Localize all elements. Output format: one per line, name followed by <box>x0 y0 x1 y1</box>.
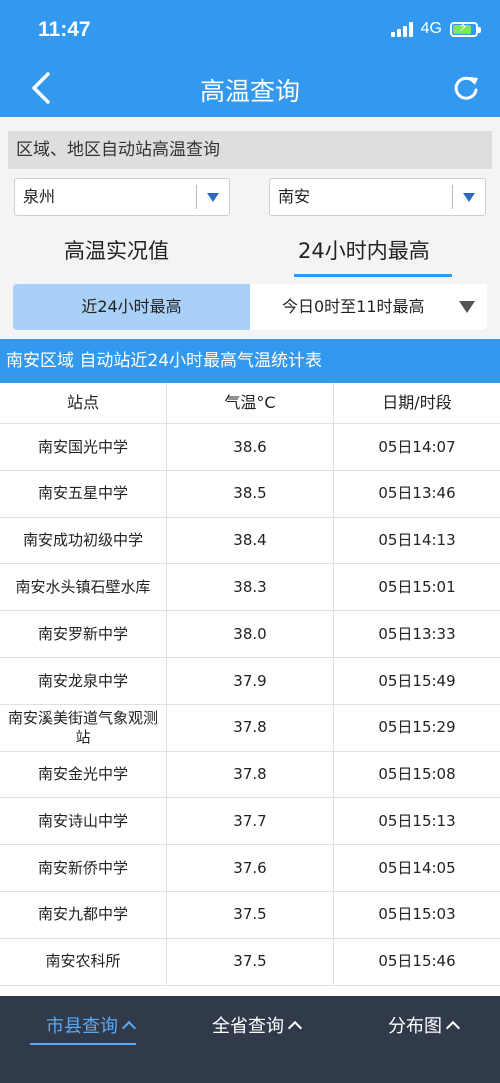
table-row[interactable]: 南安水头镇石壁水库 38.3 05日15:01 <box>0 564 500 612</box>
temp-cell: 37.5 <box>167 891 334 938</box>
time-cell: 05日15:01 <box>378 577 456 596</box>
column-header-time: 日期/时段 <box>382 393 452 412</box>
temp-cell: 37.8 <box>167 704 334 751</box>
temp-cell: 38.3 <box>167 564 334 611</box>
city-select-value: 泉州 <box>23 187 56 206</box>
chevron-down-icon <box>463 193 475 202</box>
caret-down-icon <box>459 301 475 313</box>
city-select[interactable]: 泉州 <box>14 178 230 216</box>
temp-cell: 38.4 <box>167 517 334 564</box>
temp-cell: 38.0 <box>167 611 334 657</box>
caret-up-icon <box>121 1020 137 1036</box>
status-indicators: 4G ⚡ <box>390 19 481 38</box>
table-row[interactable]: 南安龙泉中学 37.9 05日15:49 <box>0 657 500 705</box>
status-bar: 11:47 4G ⚡ <box>0 0 500 60</box>
table-row[interactable]: 南安罗新中学 38.0 05日13:33 <box>0 611 500 658</box>
temp-cell: 38.5 <box>167 470 334 517</box>
active-bottom-tab-indicator <box>30 1043 136 1045</box>
table-row[interactable]: 南安国光中学 38.6 05日14:07 <box>0 424 500 471</box>
bottom-tab-label: 市县查询 <box>46 1016 118 1037</box>
station-cell: 南安金光中学 <box>0 751 167 798</box>
station-cell: 南安罗新中学 <box>0 611 167 657</box>
column-header-temp: 气温°C <box>167 383 334 423</box>
station-temperature-table[interactable]: 站点 气温°C 日期/时段 南安国光中学 38.6 05日14:07 南安五星中学 3… <box>0 383 500 996</box>
time-cell: 05日15:03 <box>378 905 456 924</box>
station-cell: 南安水头镇石壁水库 <box>0 564 167 611</box>
station-cell: 南安九都中学 <box>0 891 167 938</box>
tab-24h-high[interactable]: 24小时内最高 <box>298 235 430 265</box>
table-title: 南安区域 自动站近24小时最高气温统计表 <box>0 339 500 383</box>
charging-bolt-icon: ⚡ <box>459 19 469 35</box>
station-cell: 南安成功初级中学 <box>0 517 167 564</box>
chevron-down-icon <box>207 193 219 202</box>
station-cell: 南安农科所 <box>0 938 167 985</box>
station-cell: 南安溪美街道气象观测站 <box>0 704 167 751</box>
temp-cell: 37.6 <box>167 845 334 891</box>
station-cell: 南安龙泉中学 <box>0 657 167 704</box>
time-cell: 05日15:29 <box>378 718 456 737</box>
temp-cell: 37.7 <box>167 798 334 845</box>
table-row[interactable]: 南安诗山中学 37.7 05日15:13 <box>0 798 500 846</box>
column-header-station: 站点 <box>0 383 167 423</box>
bottom-tab-province-query[interactable]: 全省查询 <box>212 1012 303 1038</box>
station-cell: 南安国光中学 <box>0 424 167 470</box>
time-cell: 05日15:49 <box>378 671 456 690</box>
page-title: 高温查询 <box>199 77 300 106</box>
segment-today-period-label: 今日0时至11时最高 <box>282 297 425 316</box>
bottom-tab-label: 全省查询 <box>212 1016 284 1037</box>
nav-bar: 高温查询 <box>0 60 500 117</box>
station-cell: 南安五星中学 <box>0 470 167 517</box>
segment-last-24h[interactable]: 近24小时最高 <box>13 284 250 330</box>
table-header-row: 站点 气温°C 日期/时段 <box>0 383 500 424</box>
network-label: 4G <box>420 20 442 37</box>
table-row[interactable]: 南安溪美街道气象观测站 37.8 05日15:29 <box>0 704 500 752</box>
county-select[interactable]: 南安 <box>269 178 486 216</box>
time-cell: 05日13:46 <box>378 484 456 503</box>
segment-today-period[interactable]: 今日0时至11时最高 <box>250 284 487 330</box>
status-time: 11:47 <box>38 18 91 41</box>
signal-icon <box>390 21 413 37</box>
station-cell: 南安诗山中学 <box>0 798 167 845</box>
time-cell: 05日15:46 <box>378 952 456 971</box>
station-cell: 南安新侨中学 <box>0 845 167 891</box>
table-row[interactable]: 南安九都中学 37.5 05日15:03 <box>0 891 500 939</box>
time-cell: 05日13:33 <box>378 624 456 643</box>
active-tab-indicator <box>294 274 452 277</box>
temp-cell: 38.6 <box>167 424 334 470</box>
table-row[interactable]: 南安五星中学 38.5 05日13:46 <box>0 470 500 518</box>
county-select-value: 南安 <box>278 187 311 206</box>
refresh-icon[interactable] <box>452 74 480 102</box>
table-row[interactable]: 南安成功初级中学 38.4 05日14:13 <box>0 517 500 565</box>
tab-realtime-high[interactable]: 高温实况值 <box>64 235 169 265</box>
time-cell: 05日14:07 <box>378 437 456 456</box>
bottom-tab-county-query[interactable]: 市县查询 <box>46 1012 137 1038</box>
table-row[interactable]: 南安新侨中学 37.6 05日14:05 <box>0 845 500 892</box>
time-cell: 05日15:08 <box>378 765 456 784</box>
time-cell: 05日14:05 <box>378 858 456 877</box>
temp-cell: 37.5 <box>167 938 334 985</box>
table-row[interactable]: 南安金光中学 37.8 05日15:08 <box>0 751 500 799</box>
bottom-tab-label: 分布图 <box>388 1016 442 1037</box>
period-segmented-control: 近24小时最高 今日0时至11时最高 <box>13 284 487 330</box>
query-panel: 区域、地区自动站高温查询 泉州 南安 高温实况值 24小时内最高 近24小时最高… <box>0 117 500 339</box>
temp-cell: 37.9 <box>167 657 334 704</box>
section-label: 区域、地区自动站高温查询 <box>8 131 492 169</box>
time-cell: 05日14:13 <box>378 531 456 550</box>
table-row[interactable]: 南安农科所 37.5 05日15:46 <box>0 938 500 986</box>
battery-icon: ⚡ <box>450 19 481 37</box>
time-cell: 05日15:13 <box>378 811 456 830</box>
bottom-nav: 市县查询 全省查询 分布图 <box>0 996 500 1083</box>
caret-up-icon <box>445 1020 461 1036</box>
temp-cell: 37.8 <box>167 751 334 798</box>
caret-up-icon <box>287 1020 303 1036</box>
bottom-tab-distribution-map[interactable]: 分布图 <box>388 1012 461 1038</box>
